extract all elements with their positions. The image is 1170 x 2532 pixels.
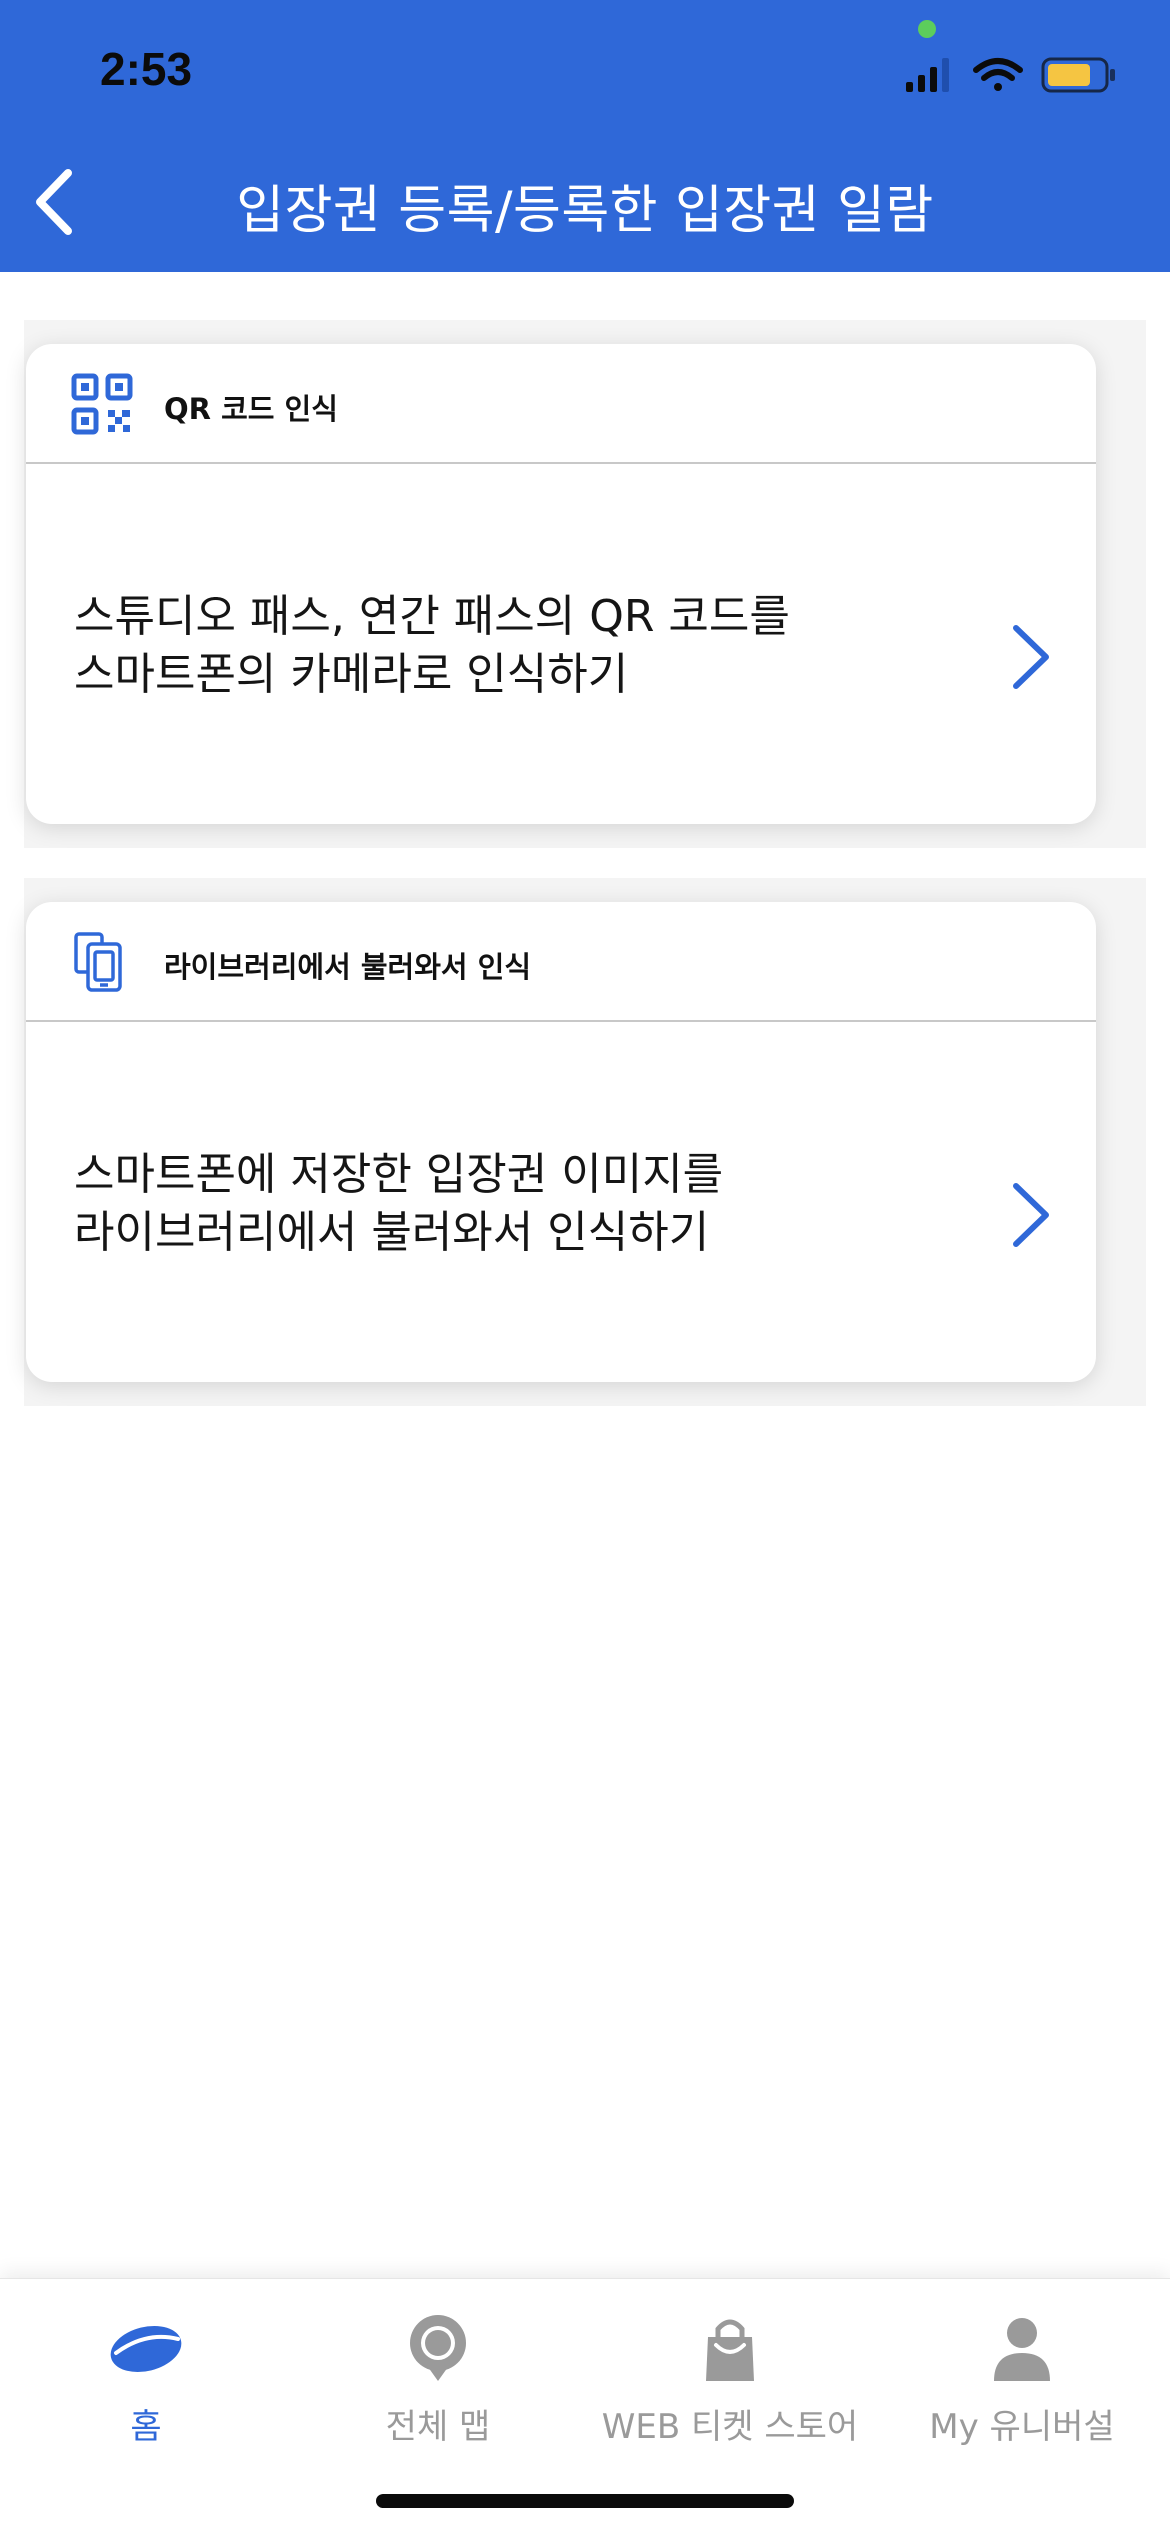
tab-label: 홈 bbox=[130, 2407, 162, 2447]
screen: 2:53 입장권 등록/등록한 입장권 일람 QR 코드 인식 스튜디오 패스,… bbox=[0, 0, 1170, 2532]
qr-code-icon bbox=[71, 373, 133, 435]
card-label: QR 코드 인식 bbox=[164, 392, 338, 426]
card-header: QR 코드 인식 bbox=[26, 344, 1096, 464]
description-line: 스마트폰의 카메라로 인식하기 bbox=[74, 649, 629, 700]
card-header: 라이브러리에서 불러와서 인식 bbox=[26, 902, 1096, 1022]
card-label: 라이브러리에서 불러와서 인식 bbox=[164, 950, 532, 984]
chevron-right-icon bbox=[1013, 1183, 1049, 1247]
map-pin-icon bbox=[410, 2315, 466, 2381]
tab-my-universal[interactable]: My 유니버설 bbox=[876, 2299, 1168, 2449]
tab-home[interactable]: 홈 bbox=[0, 2299, 292, 2449]
tab-map[interactable]: 전체 맵 bbox=[292, 2299, 584, 2449]
app-header: 2:53 입장권 등록/등록한 입장권 일람 bbox=[0, 0, 1170, 272]
wifi-icon bbox=[973, 58, 1023, 91]
tab-label: 전체 맵 bbox=[385, 2407, 491, 2447]
battery-icon bbox=[1041, 57, 1115, 93]
library-recognition-card[interactable]: 라이브러리에서 불러와서 인식 스마트폰에 저장한 입장권 이미지를 라이브러리… bbox=[26, 902, 1096, 1382]
page-title: 입장권 등록/등록한 입장권 일람 bbox=[236, 181, 934, 241]
description-line: 라이브러리에서 불러와서 인식하기 bbox=[74, 1207, 710, 1258]
home-indicator[interactable] bbox=[376, 2494, 794, 2508]
tab-web-ticket-store[interactable]: WEB 티켓 스토어 bbox=[584, 2299, 876, 2449]
card-description: 스튜디오 패스, 연간 패스의 QR 코드를 스마트폰의 카메라로 인식하기 bbox=[74, 588, 954, 704]
shopping-bag-icon bbox=[706, 2319, 754, 2381]
person-icon bbox=[994, 2318, 1050, 2381]
description-line: 스마트폰에 저장한 입장권 이미지를 bbox=[74, 1149, 724, 1200]
chevron-right-icon bbox=[1013, 625, 1049, 689]
description-line: 스튜디오 패스, 연간 패스의 QR 코드를 bbox=[74, 591, 790, 642]
library-images-icon bbox=[74, 932, 122, 992]
qr-recognition-card[interactable]: QR 코드 인식 스튜디오 패스, 연간 패스의 QR 코드를 스마트폰의 카메… bbox=[26, 344, 1096, 824]
tab-label: WEB 티켓 스토어 bbox=[601, 2407, 859, 2447]
signal-icon bbox=[906, 58, 949, 92]
planet-home-icon bbox=[110, 2325, 182, 2373]
status-time: 2:53 bbox=[100, 43, 193, 95]
status-icons bbox=[906, 57, 1115, 93]
camera-indicator-dot bbox=[918, 20, 936, 38]
tab-label: My 유니버설 bbox=[929, 2407, 1115, 2447]
card-description: 스마트폰에 저장한 입장권 이미지를 라이브러리에서 불러와서 인식하기 bbox=[74, 1146, 954, 1262]
